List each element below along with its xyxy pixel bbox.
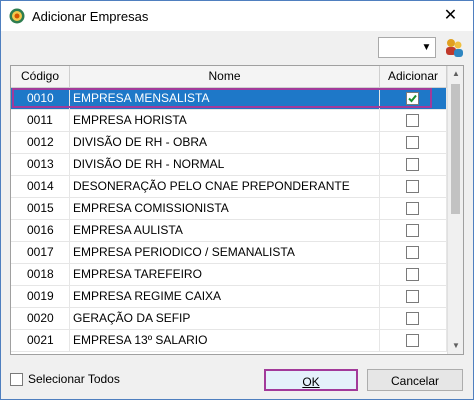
table-row[interactable]: 0011 EMPRESA HORISTA xyxy=(11,110,447,132)
grid-header: Código Nome Adicionar xyxy=(11,66,447,88)
row-add-cell xyxy=(380,176,447,197)
table-row[interactable]: 0017 EMPRESA PERIODICO / SEMANALISTA xyxy=(11,242,447,264)
grid-rows: 0010 EMPRESA MENSALISTA 0011 EMPRESA HOR… xyxy=(11,88,447,352)
table-row[interactable]: 0021 EMPRESA 13º SALARIO xyxy=(11,330,447,352)
row-code: 0011 xyxy=(11,110,70,131)
window-title: Adicionar Empresas xyxy=(32,9,149,24)
row-code: 0013 xyxy=(11,154,70,175)
table-row[interactable]: 0019 EMPRESA REGIME CAIXA xyxy=(11,286,447,308)
add-checkbox[interactable] xyxy=(406,290,419,303)
companies-grid: Código Nome Adicionar 0010 EMPRESA MENSA… xyxy=(10,65,464,355)
add-checkbox[interactable] xyxy=(406,92,419,105)
add-checkbox[interactable] xyxy=(406,246,419,259)
row-add-cell xyxy=(380,330,447,351)
row-code: 0014 xyxy=(11,176,70,197)
ok-button-label: OK xyxy=(302,375,320,389)
scroll-thumb[interactable] xyxy=(451,84,460,214)
row-code: 0016 xyxy=(11,220,70,241)
row-add-cell xyxy=(380,154,447,175)
row-add-cell xyxy=(380,286,447,307)
row-code: 0017 xyxy=(11,242,70,263)
row-add-cell xyxy=(380,220,447,241)
row-name: EMPRESA MENSALISTA xyxy=(70,88,380,109)
add-checkbox[interactable] xyxy=(406,312,419,325)
select-all-label[interactable]: Selecionar Todos xyxy=(28,372,120,386)
row-add-cell xyxy=(380,110,447,131)
column-header-adicionar[interactable]: Adicionar xyxy=(380,66,447,87)
row-name: EMPRESA COMISSIONISTA xyxy=(70,198,380,219)
add-checkbox[interactable] xyxy=(406,268,419,281)
cancel-button[interactable]: Cancelar xyxy=(367,369,463,391)
title-bar: Adicionar Empresas ✕ xyxy=(1,1,473,31)
row-code: 0020 xyxy=(11,308,70,329)
row-name: EMPRESA AULISTA xyxy=(70,220,380,241)
table-row[interactable]: 0014 DESONERAÇÃO PELO CNAE PREPONDERANTE xyxy=(11,176,447,198)
add-checkbox[interactable] xyxy=(406,180,419,193)
add-checkbox[interactable] xyxy=(406,334,419,347)
row-add-cell xyxy=(380,308,447,329)
company-combo[interactable]: ▼ xyxy=(378,37,436,58)
add-checkbox[interactable] xyxy=(406,202,419,215)
row-name: EMPRESA HORISTA xyxy=(70,110,380,131)
column-header-nome[interactable]: Nome xyxy=(70,66,380,87)
add-checkbox[interactable] xyxy=(406,224,419,237)
app-icon xyxy=(9,8,25,24)
row-add-cell xyxy=(380,132,447,153)
table-row[interactable]: 0015 EMPRESA COMISSIONISTA xyxy=(11,198,447,220)
select-all-checkbox[interactable] xyxy=(10,373,23,386)
row-name: GERAÇÃO DA SEFIP xyxy=(70,308,380,329)
add-checkbox[interactable] xyxy=(406,136,419,149)
table-row[interactable]: 0012 DIVISÃO DE RH - OBRA xyxy=(11,132,447,154)
row-name: DIVISÃO DE RH - NORMAL xyxy=(70,154,380,175)
row-add-cell xyxy=(380,198,447,219)
close-button[interactable]: ✕ xyxy=(428,1,473,31)
row-name: EMPRESA REGIME CAIXA xyxy=(70,286,380,307)
row-add-cell xyxy=(380,88,447,109)
row-code: 0015 xyxy=(11,198,70,219)
ok-button[interactable]: OK xyxy=(264,369,358,391)
row-name: EMPRESA TAREFEIRO xyxy=(70,264,380,285)
table-row[interactable]: 0013 DIVISÃO DE RH - NORMAL xyxy=(11,154,447,176)
add-checkbox[interactable] xyxy=(406,114,419,127)
table-row[interactable]: 0010 EMPRESA MENSALISTA xyxy=(11,88,447,110)
row-name: DIVISÃO DE RH - OBRA xyxy=(70,132,380,153)
row-code: 0019 xyxy=(11,286,70,307)
scroll-down-icon[interactable]: ▼ xyxy=(448,338,463,354)
add-checkbox[interactable] xyxy=(406,158,419,171)
checkmark-icon xyxy=(408,94,417,103)
row-code: 0012 xyxy=(11,132,70,153)
column-header-codigo[interactable]: Código xyxy=(11,66,70,87)
scroll-up-icon[interactable]: ▲ xyxy=(448,66,463,82)
row-code: 0021 xyxy=(11,330,70,351)
row-add-cell xyxy=(380,242,447,263)
combo-value xyxy=(381,41,411,55)
users-icon[interactable] xyxy=(443,37,465,59)
table-row[interactable]: 0018 EMPRESA TAREFEIRO xyxy=(11,264,447,286)
row-add-cell xyxy=(380,264,447,285)
dialog-window: Adicionar Empresas ✕ ▼ Código Nome Adici… xyxy=(0,0,474,400)
table-row[interactable]: 0020 GERAÇÃO DA SEFIP xyxy=(11,308,447,330)
row-code: 0010 xyxy=(11,88,70,109)
row-name: EMPRESA 13º SALARIO xyxy=(70,330,380,351)
row-name: DESONERAÇÃO PELO CNAE PREPONDERANTE xyxy=(70,176,380,197)
row-code: 0018 xyxy=(11,264,70,285)
table-row[interactable]: 0016 EMPRESA AULISTA xyxy=(11,220,447,242)
vertical-scrollbar[interactable]: ▲ ▼ xyxy=(447,66,463,354)
row-name: EMPRESA PERIODICO / SEMANALISTA xyxy=(70,242,380,263)
chevron-down-icon[interactable]: ▼ xyxy=(417,38,436,57)
